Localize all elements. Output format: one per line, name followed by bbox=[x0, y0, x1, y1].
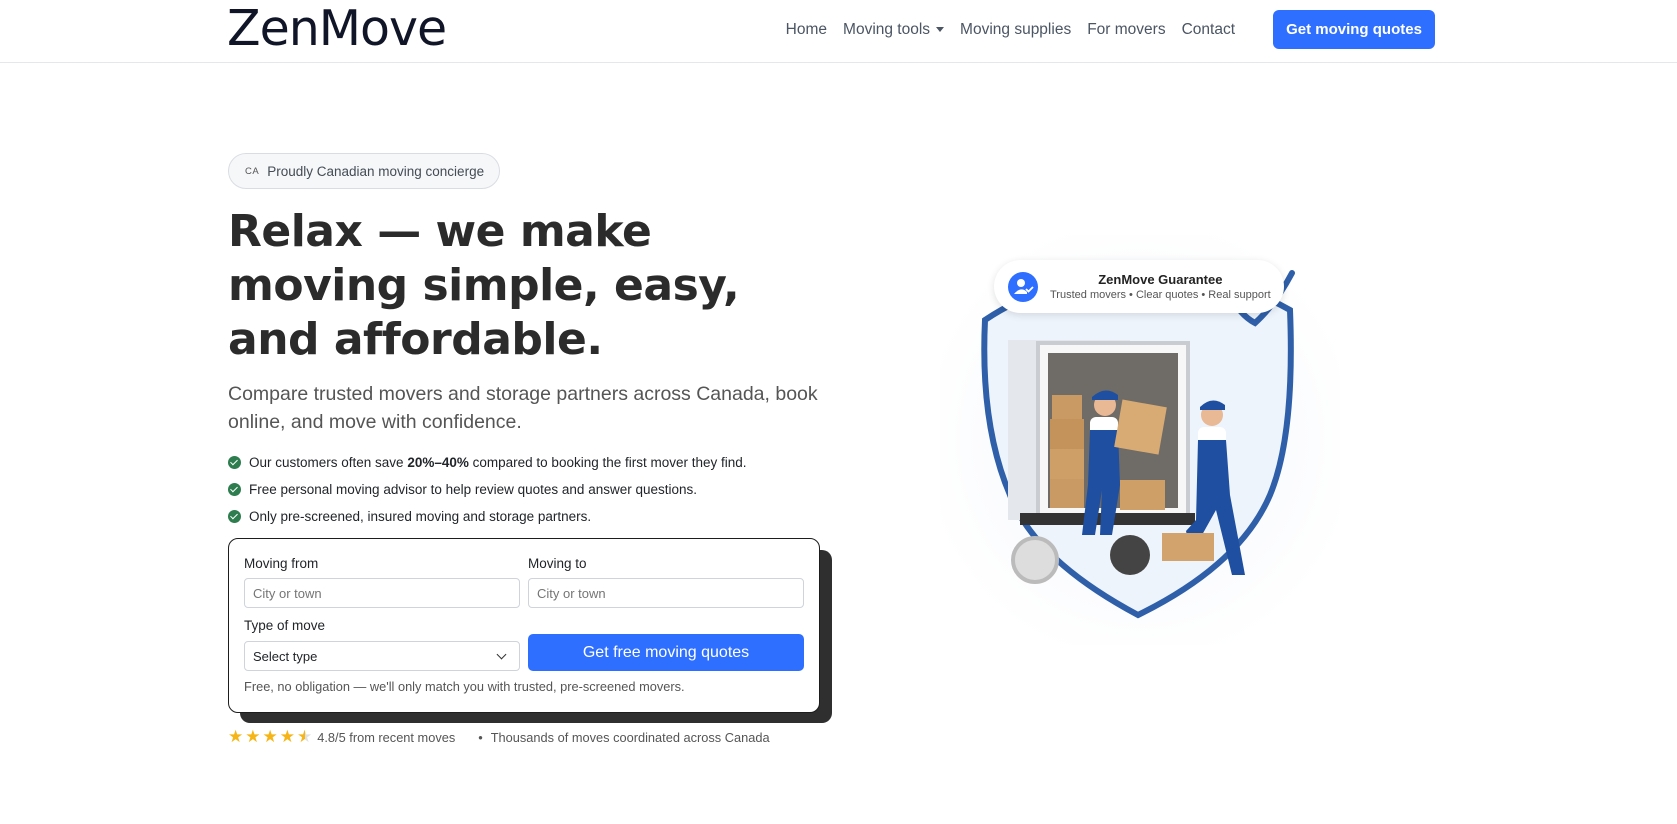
guarantee-title: ZenMove Guarantee bbox=[1098, 271, 1223, 287]
nav-moving-supplies[interactable]: Moving supplies bbox=[952, 19, 1079, 41]
type-of-move-select[interactable]: Select type bbox=[244, 641, 520, 671]
rating-text: 4.8/5 from recent moves bbox=[317, 729, 456, 745]
user-check-icon bbox=[1008, 271, 1038, 302]
rating-separator: • bbox=[478, 729, 483, 745]
moving-from-input[interactable] bbox=[244, 578, 520, 608]
quote-form: Moving from Moving to Type of move Selec… bbox=[228, 538, 820, 713]
navbar: ZenMove Home Moving tools Moving supplie… bbox=[0, 0, 1677, 63]
box bbox=[1050, 419, 1084, 449]
benefit-text: Only pre-screened, insured moving and st… bbox=[249, 509, 592, 524]
benefit-item: Only pre-screened, insured moving and st… bbox=[228, 503, 747, 530]
moving-to-input[interactable] bbox=[528, 578, 804, 608]
nav-links: Home Moving tools Moving supplies For mo… bbox=[778, 19, 1243, 41]
type-of-move-value: Select type bbox=[253, 648, 318, 664]
floor-box bbox=[1162, 533, 1214, 561]
badge-text: Proudly Canadian moving concierge bbox=[267, 163, 485, 179]
benefit-item: Our customers often save 20%–40% compare… bbox=[228, 449, 747, 476]
hero-subtitle: Compare trusted movers and storage partn… bbox=[228, 383, 818, 433]
guarantee-text: ZenMove Guarantee Trusted movers • Clear… bbox=[1050, 271, 1271, 303]
star-icon: ★ bbox=[245, 727, 261, 746]
nav-moving-tools-label: Moving tools bbox=[843, 21, 931, 38]
truck-wheel bbox=[1110, 535, 1150, 575]
canada-flag-icon: CA bbox=[245, 165, 260, 177]
type-of-move-label: Type of move bbox=[244, 618, 326, 633]
form-note: Free, no obligation — we'll only match y… bbox=[244, 679, 685, 694]
user-check-glyph bbox=[1014, 278, 1034, 294]
check-circle-icon bbox=[228, 510, 241, 523]
chevron-down-icon bbox=[496, 649, 507, 659]
caret-down-icon bbox=[936, 27, 945, 33]
canadian-badge: CA Proudly Canadian moving concierge bbox=[228, 153, 501, 189]
moving-to-label: Moving to bbox=[528, 556, 587, 571]
benefit-item: Free personal moving advisor to help rev… bbox=[228, 476, 747, 503]
box bbox=[1050, 479, 1084, 508]
benefit-savings: 20%–40% bbox=[407, 455, 469, 470]
nav-moving-tools[interactable]: Moving tools bbox=[835, 19, 952, 41]
moves-text: Thousands of moves coordinated across Ca… bbox=[490, 729, 770, 745]
truck-wheel bbox=[1011, 536, 1059, 584]
benefits-list: Our customers often save 20%–40% compare… bbox=[228, 449, 747, 530]
guarantee-card: ZenMove Guarantee Trusted movers • Clear… bbox=[994, 260, 1284, 313]
benefit-text-post: compared to booking the first mover they… bbox=[468, 455, 747, 470]
box bbox=[1120, 480, 1165, 510]
moving-from-label: Moving from bbox=[244, 556, 319, 571]
box bbox=[1052, 395, 1082, 419]
rating-stars: ★ ★ ★ ★ ★ bbox=[228, 728, 312, 746]
nav-contact[interactable]: Contact bbox=[1174, 19, 1243, 41]
star-icon: ★ bbox=[228, 727, 244, 746]
nav-home[interactable]: Home bbox=[778, 19, 835, 41]
rating-row: ★ ★ ★ ★ ★ 4.8/5 from recent moves • Thou… bbox=[228, 728, 770, 746]
star-icon: ★ bbox=[262, 727, 278, 746]
check-circle-icon bbox=[228, 483, 241, 496]
get-moving-quotes-button[interactable]: Get moving quotes bbox=[1273, 10, 1435, 49]
box bbox=[1050, 449, 1084, 479]
benefit-text: Free personal moving advisor to help rev… bbox=[249, 482, 697, 497]
get-free-quotes-button[interactable]: Get free moving quotes bbox=[528, 634, 804, 671]
carried-box bbox=[1114, 399, 1167, 455]
nav-for-movers[interactable]: For movers bbox=[1079, 19, 1173, 41]
brand-logo[interactable]: ZenMove bbox=[227, 1, 447, 57]
benefit-text-pre: Our customers often save bbox=[249, 455, 408, 470]
star-half-icon: ★ bbox=[297, 727, 313, 746]
hero-title: Relax — we make moving simple, easy, and… bbox=[228, 206, 740, 365]
benefit-text: Our customers often save 20%–40% compare… bbox=[249, 455, 747, 470]
check-circle-icon bbox=[228, 456, 241, 469]
guarantee-subtitle: Trusted movers • Clear quotes • Real sup… bbox=[1050, 288, 1271, 301]
star-icon: ★ bbox=[279, 727, 295, 746]
